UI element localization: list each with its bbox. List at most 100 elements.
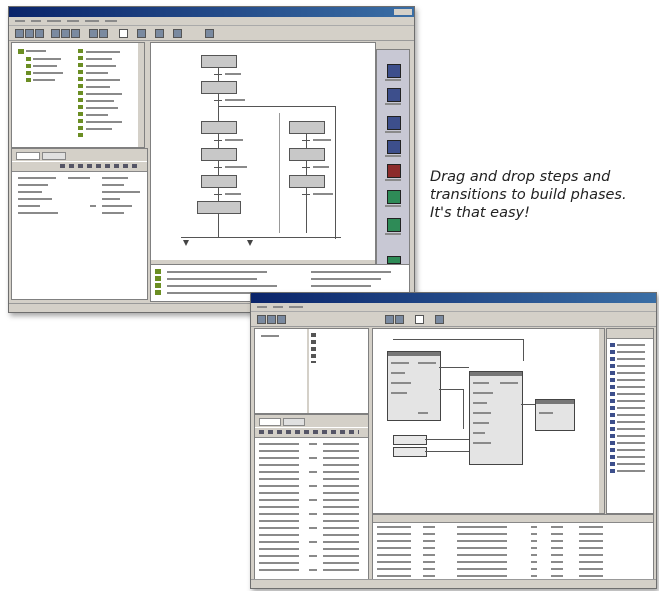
save-icon[interactable] bbox=[35, 29, 44, 38]
redo-icon[interactable] bbox=[99, 29, 108, 38]
tree-item-icon bbox=[26, 64, 31, 68]
palette-header bbox=[607, 329, 653, 339]
align-icon[interactable] bbox=[155, 29, 164, 38]
input-variable[interactable] bbox=[393, 435, 427, 445]
green-step-icon[interactable] bbox=[387, 218, 401, 232]
sfc-transition[interactable] bbox=[302, 194, 310, 195]
green-transition-icon[interactable] bbox=[387, 256, 401, 264]
tag-types bbox=[423, 526, 435, 578]
function-block-editor-window bbox=[250, 292, 657, 589]
tag-flags bbox=[551, 526, 563, 578]
window-controls[interactable] bbox=[394, 9, 412, 15]
toolbar bbox=[9, 26, 414, 41]
function-block[interactable] bbox=[535, 399, 575, 431]
copy-icon[interactable] bbox=[61, 29, 70, 38]
function-block[interactable] bbox=[469, 371, 523, 465]
branch-icon[interactable] bbox=[387, 116, 401, 130]
tree-item-icon bbox=[26, 78, 31, 82]
grid-icon[interactable] bbox=[137, 29, 146, 38]
sfc-step[interactable] bbox=[289, 175, 325, 188]
status-bar bbox=[251, 579, 656, 588]
sfc-step[interactable] bbox=[201, 121, 237, 134]
step-icon[interactable] bbox=[387, 64, 401, 78]
palette-icons bbox=[610, 343, 615, 473]
zoom-icon[interactable] bbox=[415, 315, 424, 324]
tree-folder-icon bbox=[18, 49, 24, 54]
sfc-step[interactable] bbox=[201, 148, 237, 161]
open-icon[interactable] bbox=[267, 315, 276, 324]
caption-line-3: It's that easy! bbox=[430, 205, 530, 221]
tree-scrollbar[interactable] bbox=[138, 43, 144, 147]
message-icon bbox=[155, 290, 161, 295]
sfc-jump-arrow-icon bbox=[247, 240, 253, 246]
toolbox-palette bbox=[376, 49, 410, 279]
zoom-icon[interactable] bbox=[119, 29, 128, 38]
jump-icon[interactable] bbox=[387, 164, 401, 178]
sfc-transition[interactable] bbox=[214, 194, 222, 195]
block-palette[interactable] bbox=[606, 328, 654, 514]
function-block-canvas[interactable] bbox=[372, 328, 605, 514]
run-icon[interactable] bbox=[173, 29, 182, 38]
title-bar bbox=[9, 7, 414, 17]
tag-values bbox=[579, 526, 603, 578]
parameter-values bbox=[323, 443, 359, 571]
properties-tabs[interactable] bbox=[12, 149, 147, 161]
sfc-jump-arrow-icon bbox=[183, 240, 189, 246]
tag-descriptions bbox=[457, 526, 507, 578]
end-icon[interactable] bbox=[387, 190, 401, 204]
parameter-names bbox=[259, 443, 299, 571]
sfc-canvas[interactable] bbox=[150, 42, 376, 266]
sfc-step[interactable] bbox=[201, 175, 237, 188]
tree-branch-icons bbox=[78, 49, 83, 139]
title-bar bbox=[251, 293, 656, 303]
parameter-types bbox=[309, 443, 317, 571]
message-icon bbox=[155, 276, 161, 281]
save-icon[interactable] bbox=[277, 315, 286, 324]
cut-icon[interactable] bbox=[385, 315, 394, 324]
caption: Drag and drop steps and transitions to b… bbox=[430, 168, 659, 222]
tree-item-icon bbox=[26, 71, 31, 75]
tree-pane[interactable] bbox=[11, 42, 145, 148]
menu-bar[interactable] bbox=[9, 17, 414, 26]
sfc-branch-line bbox=[218, 106, 336, 107]
palette-labels bbox=[617, 344, 645, 474]
sfc-step[interactable] bbox=[197, 201, 241, 214]
parallel-icon[interactable] bbox=[387, 140, 401, 154]
copy-icon[interactable] bbox=[395, 315, 404, 324]
sfc-step[interactable] bbox=[289, 148, 325, 161]
open-icon[interactable] bbox=[25, 29, 34, 38]
properties-pane[interactable] bbox=[11, 148, 148, 300]
tree-pane[interactable] bbox=[254, 328, 369, 414]
sfc-step[interactable] bbox=[289, 121, 325, 134]
tag-table[interactable] bbox=[372, 514, 654, 582]
parameter-list[interactable] bbox=[254, 414, 369, 581]
menu-bar[interactable] bbox=[251, 303, 656, 312]
run-icon[interactable] bbox=[435, 315, 444, 324]
function-block[interactable] bbox=[387, 351, 441, 421]
pane-splitter[interactable] bbox=[307, 329, 309, 413]
sfc-transition[interactable] bbox=[214, 167, 222, 168]
caption-line-1: Drag and drop steps and bbox=[430, 169, 611, 185]
new-icon[interactable] bbox=[15, 29, 24, 38]
sfc-transition[interactable] bbox=[214, 100, 222, 101]
phase-editor-window bbox=[8, 6, 415, 313]
undo-icon[interactable] bbox=[89, 29, 98, 38]
message-icon bbox=[155, 269, 161, 274]
paste-icon[interactable] bbox=[71, 29, 80, 38]
sfc-transition[interactable] bbox=[302, 167, 310, 168]
sfc-transition[interactable] bbox=[214, 74, 222, 75]
canvas-scrollbar[interactable] bbox=[599, 329, 604, 513]
help-icon[interactable] bbox=[205, 29, 214, 38]
cut-icon[interactable] bbox=[51, 29, 60, 38]
sfc-step[interactable] bbox=[201, 81, 237, 94]
transition-icon[interactable] bbox=[387, 88, 401, 102]
input-variable[interactable] bbox=[393, 447, 427, 457]
tree-item-icon bbox=[311, 333, 316, 363]
toolbar bbox=[251, 312, 656, 327]
sfc-transition[interactable] bbox=[214, 140, 222, 141]
properties-toolbar bbox=[12, 162, 147, 172]
new-icon[interactable] bbox=[257, 315, 266, 324]
parameter-tabs[interactable] bbox=[255, 415, 368, 427]
sfc-initial-step[interactable] bbox=[201, 55, 237, 68]
tag-names bbox=[377, 526, 411, 578]
